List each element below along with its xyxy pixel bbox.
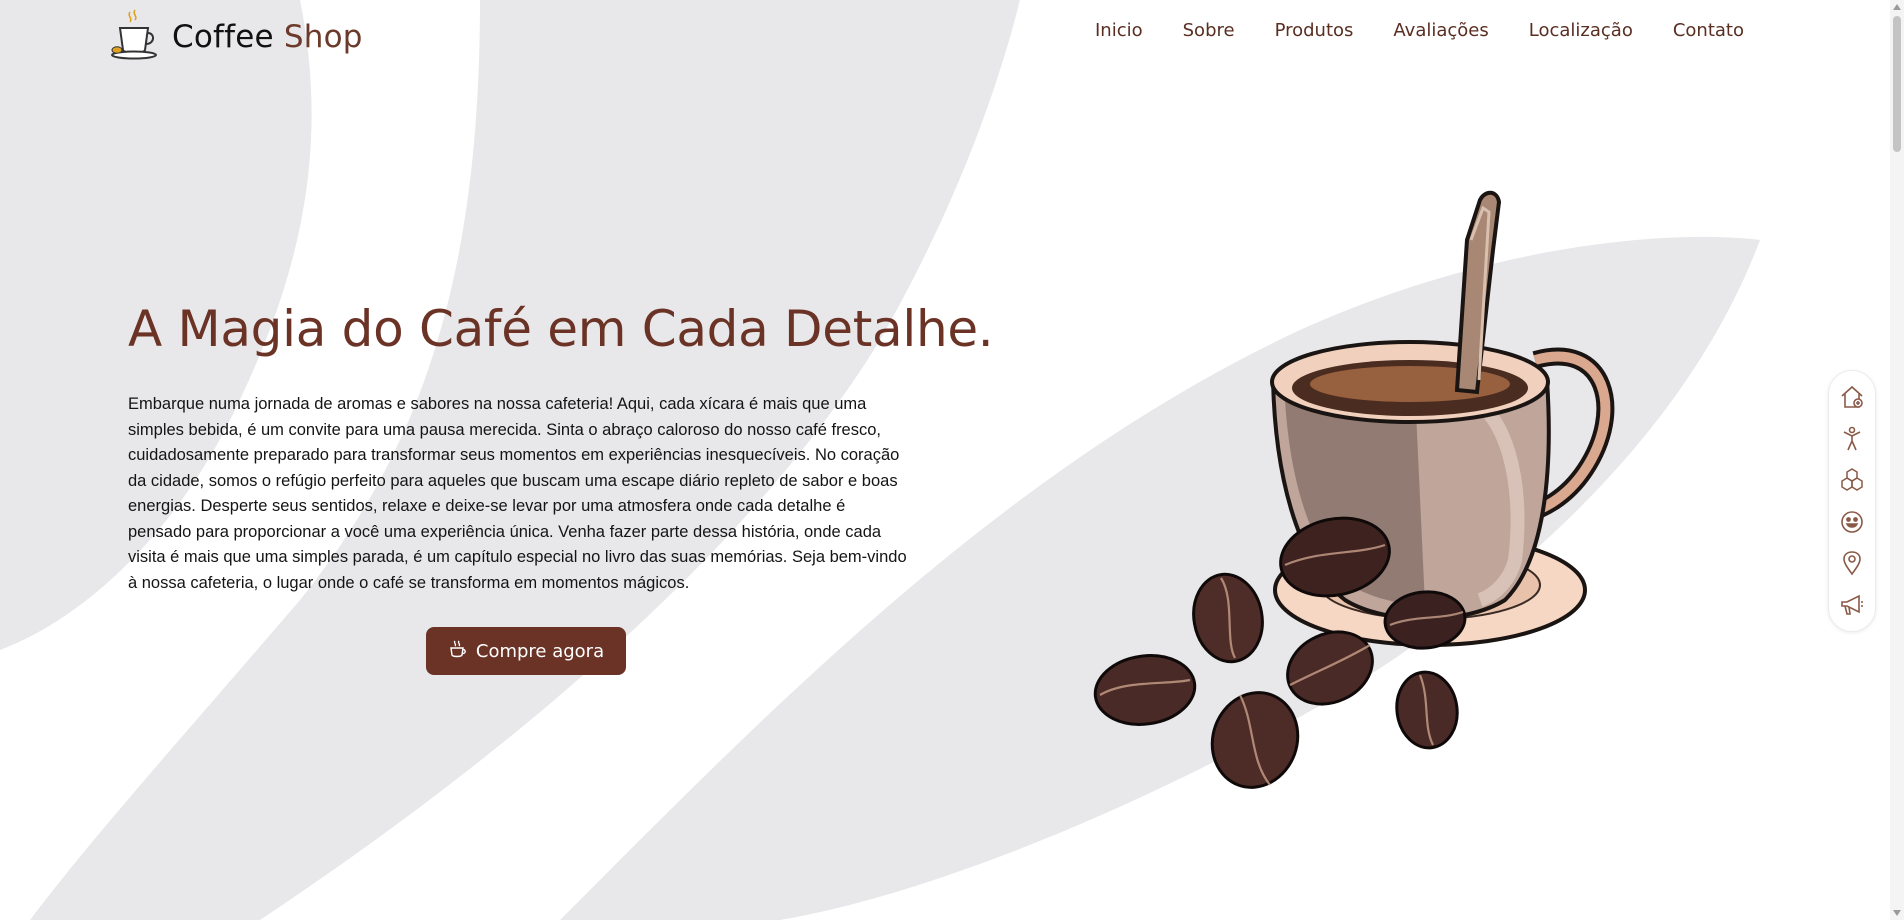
smiley-icon[interactable]	[1837, 507, 1867, 537]
location-pin-icon[interactable]	[1837, 548, 1867, 578]
buy-now-button[interactable]: Compre agora	[426, 627, 626, 675]
nav-item-produtos[interactable]: Produtos	[1275, 20, 1354, 41]
megaphone-icon[interactable]	[1837, 590, 1867, 620]
nav-item-contato[interactable]: Contato	[1673, 20, 1744, 41]
hot-coffee-icon	[448, 639, 468, 664]
page-scrollbar[interactable]	[1890, 0, 1904, 920]
coffee-cup-with-beans-illustration	[1093, 190, 1615, 789]
buy-now-label: Compre agora	[475, 640, 605, 662]
brand-name: Coffee Shop	[172, 18, 363, 55]
site-header: Coffee Shop Inicio Sobre Produtos Avalia…	[0, 0, 1890, 80]
coffee-cup-logo-icon	[108, 8, 158, 65]
boxes-icon[interactable]	[1837, 465, 1867, 495]
nav-item-inicio[interactable]: Inicio	[1095, 20, 1143, 41]
scroll-down-arrow[interactable]	[1893, 910, 1901, 916]
main-nav: Inicio Sobre Produtos Avaliações Localiz…	[1095, 20, 1744, 41]
side-dock	[1828, 370, 1876, 632]
person-icon[interactable]	[1837, 424, 1867, 454]
scrollbar-thumb[interactable]	[1893, 16, 1901, 152]
scroll-up-arrow[interactable]	[1893, 4, 1901, 10]
hero-title: A Magia do Café em Cada Detalhe.	[128, 300, 994, 358]
nav-item-localizacao[interactable]: Localização	[1529, 20, 1633, 41]
hero-description: Embarque numa jornada de aromas e sabore…	[128, 395, 907, 592]
nav-item-sobre[interactable]: Sobre	[1183, 20, 1235, 41]
brand-logo[interactable]: Coffee Shop	[108, 8, 363, 65]
nav-item-avaliacoes[interactable]: Avaliações	[1393, 20, 1488, 41]
home-icon[interactable]	[1837, 382, 1867, 412]
